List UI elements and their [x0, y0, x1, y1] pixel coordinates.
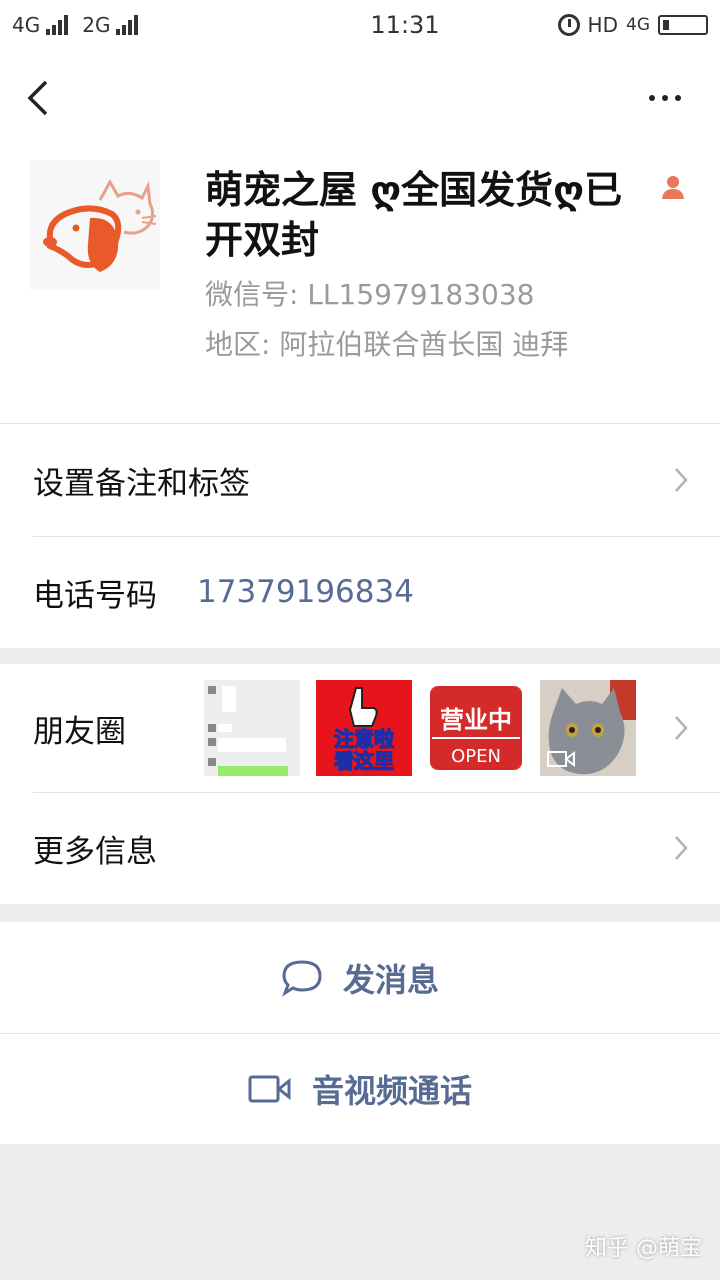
chevron-right-icon: [675, 836, 688, 860]
actions-section: 发消息 音视频通话: [0, 922, 720, 1144]
region: 地区: 阿拉伯联合酋长国 迪拜: [205, 328, 569, 361]
set-remark-row[interactable]: 设置备注和标签: [0, 424, 720, 536]
pet-logo-icon: [43, 178, 157, 272]
back-button[interactable]: [22, 74, 62, 122]
phone-row[interactable]: 电话号码 17379196834: [0, 536, 720, 648]
signal-icon: [116, 15, 139, 35]
dot: [675, 95, 681, 101]
watermark: 知乎 @萌宝: [585, 1236, 702, 1261]
attention-sign-image: 注意啦 看这里: [316, 680, 412, 776]
more-info-row[interactable]: 更多信息: [0, 792, 720, 904]
top-nav: [0, 50, 720, 145]
more-options-button[interactable]: [640, 80, 690, 116]
moment-thumbnail: [204, 680, 300, 776]
avatar[interactable]: [30, 160, 160, 290]
chevron-right-icon: [675, 468, 688, 492]
phone-number-link[interactable]: 17379196834: [197, 574, 414, 610]
send-message-button[interactable]: 发消息: [0, 922, 720, 1033]
video-call-label: 音视频通话: [311, 1071, 472, 1110]
clock: 11:31: [370, 11, 440, 39]
phone-label: 电话号码: [33, 577, 157, 614]
status-bar: 4G 2G 11:31 HD 4G: [0, 0, 720, 50]
open-sign-image: 营业中 OPEN: [428, 680, 524, 776]
network-type-4g: 4G: [12, 13, 41, 37]
battery-icon: [658, 15, 708, 35]
profile-header: 萌宠之屋 ღ全国发货ღ已开双封 微信号: LL15979183038 地区: 阿…: [0, 145, 720, 423]
chat-bubble-icon: [282, 959, 322, 997]
dot: [662, 95, 668, 101]
chevron-left-icon: [27, 80, 48, 116]
moments-row[interactable]: 朋友圈 注意啦 看这里 营业中 OPEN: [0, 664, 720, 792]
open-sign-text-2: OPEN: [451, 746, 501, 767]
open-sign-text-1: 营业中: [440, 705, 512, 734]
video-camera-icon: [248, 1075, 291, 1102]
moments-section: 朋友圈 注意啦 看这里 营业中 OPEN 更多信息: [0, 664, 720, 904]
alarm-icon: [557, 14, 580, 36]
moment-thumbnail: 营业中 OPEN: [428, 680, 524, 776]
send-message-label: 发消息: [342, 960, 439, 999]
more-info-label: 更多信息: [33, 833, 157, 870]
dot: [649, 95, 655, 101]
signal-icon: [46, 15, 69, 35]
person-icon: [662, 176, 684, 199]
video-call-button[interactable]: 音视频通话: [0, 1033, 720, 1144]
chevron-right-icon: [675, 716, 688, 740]
moment-thumbnail: [540, 680, 636, 776]
chat-screenshot-image: [204, 680, 300, 776]
wechat-id: 微信号: LL15979183038: [205, 278, 535, 311]
network-type-2g: 2G: [82, 13, 111, 37]
hd-indicator: HD: [587, 13, 618, 37]
set-remark-label: 设置备注和标签: [33, 465, 250, 502]
sign-text-1: 注意啦: [334, 727, 394, 751]
moments-label: 朋友圈: [33, 713, 126, 750]
moments-thumbnails: 注意啦 看这里 营业中 OPEN: [204, 680, 636, 776]
info-section: 设置备注和标签 电话号码 17379196834: [0, 423, 720, 648]
cat-video-image: [540, 680, 636, 776]
moment-thumbnail: 注意啦 看这里: [316, 680, 412, 776]
network-type-4g-data: 4G: [626, 15, 650, 35]
sign-text-2: 看这里: [334, 749, 394, 773]
contact-name: 萌宠之屋 ღ全国发货ღ已开双封: [205, 168, 623, 262]
